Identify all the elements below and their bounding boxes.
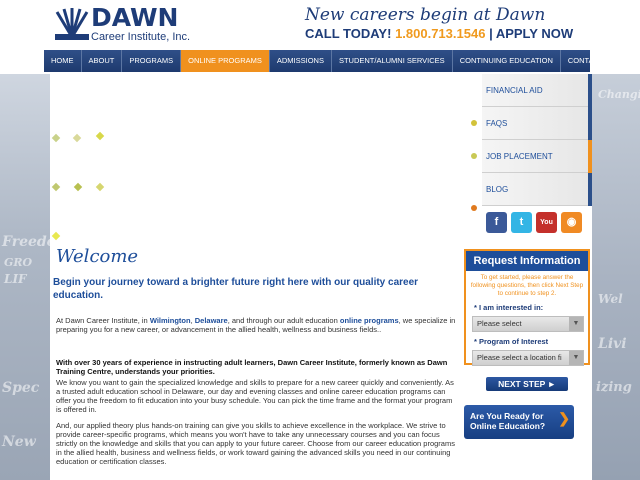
- job-bullet-icon: [471, 153, 477, 159]
- background-word: Livi: [598, 336, 627, 352]
- main-content: Welcome Begin your journey toward a brig…: [50, 244, 460, 480]
- interest-select-value: Please select: [477, 319, 522, 328]
- interest-select[interactable]: Please select ▼: [472, 316, 584, 332]
- background-word: Spec: [2, 380, 40, 396]
- slider-dot: [73, 182, 83, 192]
- sidebar-link-label: FINANCIAL AID: [486, 86, 543, 95]
- background-word: LIF: [4, 272, 27, 286]
- sidebar-link-label: FAQS: [486, 119, 508, 128]
- phone-number[interactable]: 1.800.713.1546: [395, 26, 485, 41]
- welcome-heading: Welcome: [56, 246, 139, 267]
- background-word: GRO: [4, 256, 33, 269]
- program-label: * Program of Interest: [474, 337, 549, 346]
- paragraph-intro: At Dawn Career Institute, in Wilmington,…: [56, 316, 456, 334]
- sunrise-logo-icon: [55, 6, 89, 40]
- paragraph-text: At Dawn Career Institute, in: [56, 316, 148, 325]
- call-label: CALL TODAY!: [305, 26, 392, 41]
- nav-student-alumni-services[interactable]: STUDENT/ALUMNI SERVICES: [332, 50, 453, 72]
- slider-dot: [51, 182, 61, 192]
- nav-programs[interactable]: PROGRAMS: [122, 50, 182, 72]
- tagline: New careers begin at Dawn: [305, 5, 546, 25]
- request-info-form: Request Information To get started, plea…: [464, 249, 590, 366]
- chevron-down-icon: ▼: [569, 317, 583, 331]
- logo-name: DAWN: [91, 3, 179, 32]
- nav-admissions[interactable]: ADMISSIONS: [270, 50, 332, 72]
- request-info-intro: To get started, please answer the follow…: [470, 274, 584, 297]
- logo-subtitle: Career Institute, Inc.: [91, 31, 191, 43]
- online-promo-line2: Online Education?: [470, 421, 546, 431]
- sidebar-link-blog[interactable]: BLOG: [471, 173, 592, 211]
- wilmington-link[interactable]: Wilmington: [150, 316, 191, 325]
- sidebar-link-financial-aid[interactable]: FINANCIAL AID: [482, 74, 592, 107]
- nav-about[interactable]: ABOUT: [82, 50, 123, 72]
- sidebar-link-label: BLOG: [486, 185, 509, 194]
- background-collage-left: Freedo GRO LIF Spec New: [0, 74, 50, 480]
- twitter-icon[interactable]: t: [511, 212, 532, 233]
- background-collage-right: Changin Wel Livi izing: [592, 74, 640, 480]
- youtube-icon[interactable]: You: [536, 212, 557, 233]
- right-sidebar: FINANCIAL AID FAQS JOB PLACEMENT BLOG f …: [464, 74, 592, 480]
- next-step-button[interactable]: NEXT STEP ►: [486, 377, 568, 391]
- delaware-link[interactable]: Delaware: [195, 316, 228, 325]
- call-bar: CALL TODAY! 1.800.713.1546 | APPLY NOW: [305, 26, 573, 41]
- online-programs-link[interactable]: online programs: [340, 316, 399, 325]
- paragraph-experience: With over 30 years of experience in inst…: [56, 358, 456, 376]
- paragraph-convenience: We know you want to gain the specialized…: [56, 378, 454, 414]
- nav-home[interactable]: HOME: [44, 50, 82, 72]
- facebook-icon[interactable]: f: [486, 212, 507, 233]
- nav-online-programs[interactable]: ONLINE PROGRAMS: [181, 50, 270, 72]
- program-select[interactable]: Please select a location fi ▼: [472, 350, 584, 366]
- request-info-title: Request Information: [466, 251, 588, 271]
- paragraph-training: And, our applied theory plus hands-on tr…: [56, 421, 455, 466]
- slider-dot: [95, 182, 105, 192]
- blog-bullet-icon: [471, 205, 477, 211]
- online-promo-line1: Are You Ready for: [470, 411, 544, 421]
- nav-contact-us[interactable]: CONTACT US: [561, 50, 623, 72]
- background-word: izing: [596, 380, 632, 395]
- sidebar-link-job-placement[interactable]: JOB PLACEMENT: [471, 140, 592, 173]
- faq-bullet-icon: [471, 120, 477, 126]
- intro-heading: Begin your journey toward a brighter fut…: [53, 277, 419, 301]
- background-word: Freedo: [2, 234, 50, 250]
- slider-dot: [51, 133, 61, 143]
- apply-now-link[interactable]: | APPLY NOW: [489, 26, 573, 41]
- slider-dot: [72, 133, 82, 143]
- site-header: DAWN Career Institute, Inc. New careers …: [0, 0, 640, 50]
- hero-slider[interactable]: [50, 74, 482, 244]
- slider-dot: [95, 131, 105, 141]
- social-icons: f t You ◉: [486, 212, 582, 233]
- nav-continuing-education[interactable]: CONTINUING EDUCATION: [453, 50, 561, 72]
- sidebar-link-label: JOB PLACEMENT: [486, 152, 553, 161]
- paragraph-text: , and through our adult education: [227, 316, 338, 325]
- background-word: Changin: [598, 88, 640, 101]
- background-word: New: [2, 434, 36, 450]
- site-logo[interactable]: DAWN Career Institute, Inc.: [55, 3, 195, 46]
- chevron-right-icon: ❯: [558, 410, 570, 426]
- program-select-value: Please select a location fi: [477, 353, 562, 362]
- chevron-down-icon: ▼: [569, 351, 583, 365]
- experience-bold-text: With over 30 years of experience in inst…: [56, 358, 448, 376]
- main-nav: HOME ABOUT PROGRAMS ONLINE PROGRAMS ADMI…: [44, 50, 616, 72]
- sidebar-link-faqs[interactable]: FAQS: [471, 107, 592, 140]
- online-education-promo[interactable]: Are You Ready for Online Education? ❯: [464, 405, 574, 439]
- rss-icon[interactable]: ◉: [561, 212, 582, 233]
- interest-label: * I am interested in:: [474, 303, 544, 312]
- background-word: Wel: [598, 292, 623, 306]
- slider-dot: [51, 231, 61, 241]
